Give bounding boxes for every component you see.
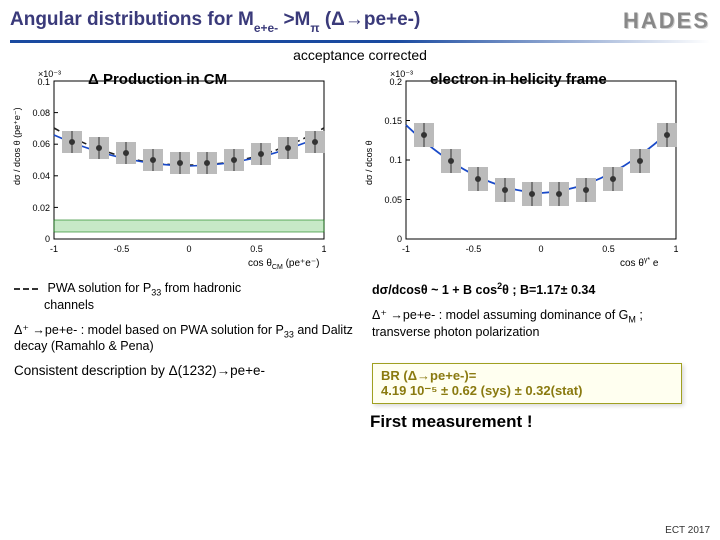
first-measurement: First measurement ! xyxy=(0,404,720,432)
left-xlabel: cos θCM (pe⁺e⁻) xyxy=(248,258,319,271)
svg-text:0: 0 xyxy=(45,234,50,244)
svg-text:0.08: 0.08 xyxy=(32,108,50,118)
svg-text:-0.5: -0.5 xyxy=(114,244,130,254)
svg-text:0: 0 xyxy=(397,234,402,244)
charts-row: Δ Production in CM ×10⁻³ 0 0.02 0.04 0.0… xyxy=(0,65,720,275)
svg-text:0: 0 xyxy=(186,244,191,254)
chart-left-col: Δ Production in CM ×10⁻³ 0 0.02 0.04 0.0… xyxy=(8,65,348,275)
legend-left: PWA solution for P33 from hadronic chann… xyxy=(14,281,354,353)
svg-text:-1: -1 xyxy=(402,244,410,254)
dash-icon xyxy=(14,288,38,290)
left-chart: ×10⁻³ 0 0.02 0.04 0.06 0.08 0.1 -1-0.500… xyxy=(8,65,348,275)
dm-rsub: M xyxy=(628,315,636,325)
legend-right: dσ/dcosθ ~ 1 + B cos2θ ; B=1.17± 0.34 Δ⁺… xyxy=(372,281,702,353)
consistent-text: Consistent description by Δ(1232)→pe+e- xyxy=(14,363,354,378)
br-line1: BR (Δ→pe+e-)= xyxy=(381,368,673,383)
right-chart-title: electron in helicity frame xyxy=(430,71,607,88)
pwa-sub: 33 xyxy=(151,288,161,298)
svg-text:0.5: 0.5 xyxy=(602,244,615,254)
dm-l1: Δ⁺ →pe+e- : model based on PWA solution … xyxy=(14,323,284,337)
title-bar: Angular distributions for Me+e- >Mπ (Δ→p… xyxy=(0,0,720,40)
delta-model-right: Δ⁺ →pe+e- : model assuming dominance of … xyxy=(372,307,702,339)
svg-text:0.06: 0.06 xyxy=(32,139,50,149)
svg-text:0.1: 0.1 xyxy=(389,155,402,165)
right-xlabel: cos θγ* e xyxy=(620,257,659,269)
bg-band xyxy=(54,220,324,232)
fit-formula: dσ/dcosθ ~ 1 + B cos2θ ; B=1.17± 0.34 xyxy=(372,281,702,297)
svg-text:0.1: 0.1 xyxy=(37,77,50,87)
left-chart-title: Δ Production in CM xyxy=(88,71,227,88)
svg-text:-0.5: -0.5 xyxy=(466,244,482,254)
br-result-box: BR (Δ→pe+e-)= 4.19 10⁻⁵ ± 0.62 (sys) ± 0… xyxy=(372,363,682,404)
svg-text:0.02: 0.02 xyxy=(32,203,50,213)
pwa-text1: PWA solution for P xyxy=(47,281,151,295)
pwa-line2: channels xyxy=(44,298,354,312)
hades-logo: HADES xyxy=(623,8,710,34)
legend-row: PWA solution for P33 from hadronic chann… xyxy=(0,275,720,353)
br-line2: 4.19 10⁻⁵ ± 0.62 (sys) ± 0.32(stat) xyxy=(381,383,673,399)
svg-text:0.15: 0.15 xyxy=(384,116,402,126)
title-underline xyxy=(10,40,710,43)
svg-text:0.2: 0.2 xyxy=(389,77,402,87)
svg-text:0.5: 0.5 xyxy=(250,244,263,254)
svg-text:0.04: 0.04 xyxy=(32,171,50,181)
footer: ECT 2017 xyxy=(665,525,710,536)
data-points xyxy=(62,131,325,174)
left-ylabel: dσ / dcos θ (pe⁺e⁻) xyxy=(12,107,22,185)
bottom-row: Consistent description by Δ(1232)→pe+e- … xyxy=(0,353,720,404)
pwa-legend: PWA solution for P33 from hadronic xyxy=(14,281,354,298)
right-ylabel: dσ / dcos θ xyxy=(364,140,374,185)
svg-text:-1: -1 xyxy=(50,244,58,254)
delta-model-left: Δ⁺ →pe+e- : model based on PWA solution … xyxy=(14,322,354,354)
dm-lsub: 33 xyxy=(284,329,294,339)
acceptance-label: acceptance corrected xyxy=(0,47,720,63)
svg-text:0: 0 xyxy=(538,244,543,254)
slide-title: Angular distributions for Me+e- >Mπ (Δ→p… xyxy=(10,9,420,33)
pwa-text1b: from hadronic xyxy=(161,281,241,295)
svg-text:1: 1 xyxy=(321,244,326,254)
svg-text:1: 1 xyxy=(673,244,678,254)
right-chart: ×10⁻³ 0 0.05 0.1 0.15 0.2 -1-0.500.51 co… xyxy=(360,65,700,275)
svg-text:0.05: 0.05 xyxy=(384,195,402,205)
chart-right-col: electron in helicity frame ×10⁻³ 0 0.05 … xyxy=(360,65,700,275)
dm-r1: Δ⁺ →pe+e- : model assuming dominance of … xyxy=(372,308,628,322)
